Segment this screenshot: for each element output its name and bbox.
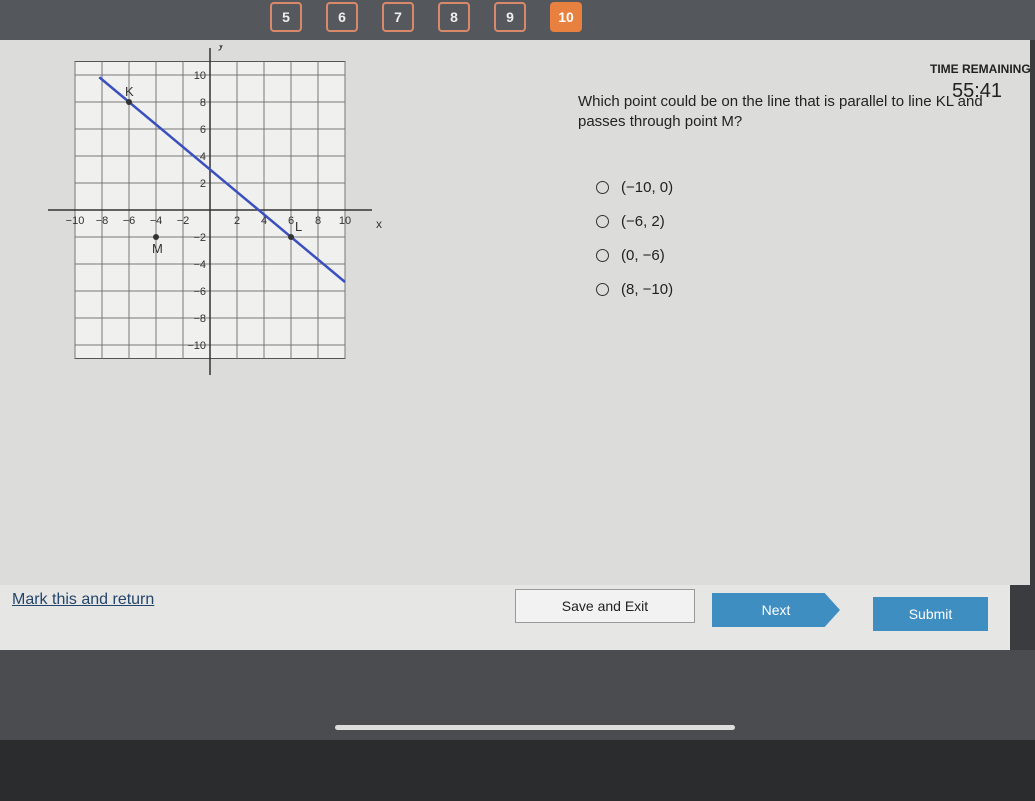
radio-button[interactable] bbox=[596, 282, 609, 296]
answer-option[interactable]: (−10, 0) bbox=[596, 170, 673, 204]
question-navigation-bar: 5 6 7 8 9 10 bbox=[0, 0, 1035, 40]
x-axis-label: x bbox=[376, 217, 382, 231]
y-tick-label: −8 bbox=[193, 313, 206, 325]
y-axis-label: y bbox=[218, 45, 224, 51]
point-label-m: M bbox=[152, 241, 163, 256]
point-label-l: L bbox=[295, 219, 302, 234]
option-label: (−6, 2) bbox=[621, 212, 665, 230]
question-5-button[interactable]: 5 bbox=[270, 2, 302, 32]
x-tick-label: −10 bbox=[66, 215, 85, 227]
x-tick-label: 2 bbox=[234, 215, 240, 227]
point-k bbox=[126, 99, 132, 105]
answer-options: (−10, 0) (−6, 2) (0, −6) (8, −10) bbox=[596, 170, 673, 306]
x-tick-label: 8 bbox=[315, 215, 321, 227]
y-tick-label: −2 bbox=[193, 232, 206, 244]
y-tick-label: 8 bbox=[200, 97, 206, 109]
point-l bbox=[288, 234, 294, 240]
home-indicator bbox=[335, 725, 735, 730]
radio-button[interactable] bbox=[596, 214, 609, 228]
option-label: (0, −6) bbox=[621, 246, 665, 264]
x-tick-label: −4 bbox=[150, 215, 163, 227]
x-tick-label: 6 bbox=[288, 215, 294, 227]
question-6-button[interactable]: 6 bbox=[326, 2, 358, 32]
y-tick-label: 6 bbox=[200, 124, 206, 136]
question-10-button[interactable]: 10 bbox=[550, 2, 582, 32]
coordinate-graph: xy−10−8−6−4−2246810108642−2−4−6−8−10KLM bbox=[40, 37, 400, 380]
next-button[interactable]: Next bbox=[712, 593, 840, 627]
x-tick-label: 10 bbox=[339, 215, 351, 227]
question-7-button[interactable]: 7 bbox=[382, 2, 414, 32]
point-label-k: K bbox=[125, 84, 134, 99]
save-and-exit-button[interactable]: Save and Exit bbox=[515, 589, 695, 623]
y-tick-label: −4 bbox=[193, 259, 206, 271]
point-m bbox=[153, 234, 159, 240]
answer-option[interactable]: (0, −6) bbox=[596, 238, 673, 272]
x-tick-label: −6 bbox=[123, 215, 136, 227]
y-tick-label: 10 bbox=[194, 70, 206, 82]
answer-option[interactable]: (−6, 2) bbox=[596, 204, 673, 238]
radio-button[interactable] bbox=[596, 180, 609, 194]
footer-bar: Mark this and return Save and Exit Next … bbox=[0, 585, 1010, 650]
y-tick-label: −6 bbox=[193, 286, 206, 298]
question-8-button[interactable]: 8 bbox=[438, 2, 470, 32]
x-tick-label: −2 bbox=[177, 215, 190, 227]
radio-button[interactable] bbox=[596, 248, 609, 262]
question-9-button[interactable]: 9 bbox=[494, 2, 526, 32]
option-label: (8, −10) bbox=[621, 280, 674, 298]
screen-bezel-bottom bbox=[0, 740, 1035, 801]
timer-label: TIME REMAINING bbox=[930, 62, 1031, 76]
question-text: Which point could be on the line that is… bbox=[578, 93, 983, 130]
answer-option[interactable]: (8, −10) bbox=[596, 272, 673, 306]
option-label: (−10, 0) bbox=[621, 178, 674, 196]
mark-and-return-link[interactable]: Mark this and return bbox=[12, 591, 154, 609]
y-tick-label: −10 bbox=[187, 340, 206, 352]
submit-button[interactable]: Submit bbox=[873, 597, 988, 631]
x-tick-label: −8 bbox=[96, 215, 109, 227]
question-nav: 5 6 7 8 9 10 bbox=[270, 2, 582, 32]
y-tick-label: 2 bbox=[200, 178, 206, 190]
